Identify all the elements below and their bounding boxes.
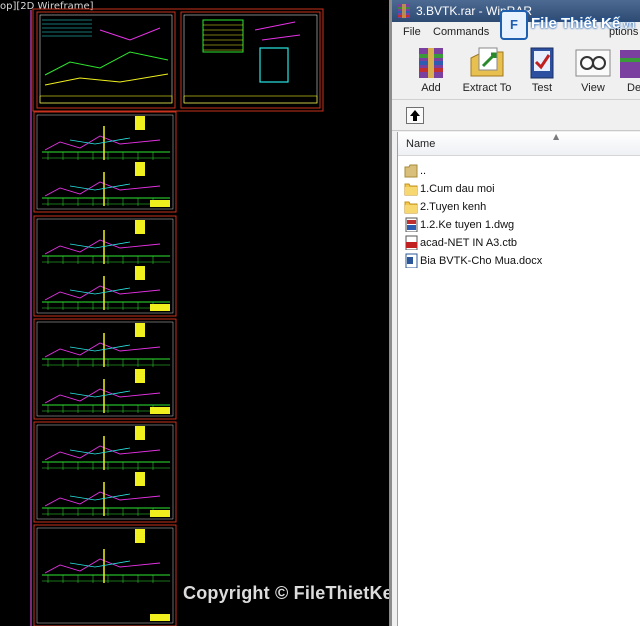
profile-water-line xyxy=(69,183,131,191)
plan-sheet xyxy=(36,11,176,109)
word-document-icon xyxy=(405,253,418,268)
delete-label: De xyxy=(627,82,640,94)
address-bar xyxy=(392,101,640,131)
winrar-window: 3.BVTK.rar - WinRAR File Commands ptions… xyxy=(392,0,640,626)
cad-drawing-sheets[interactable] xyxy=(0,0,392,626)
file-list-item[interactable]: 1.2.Ke tuyen 1.dwg xyxy=(398,216,640,234)
profile-title-block xyxy=(150,304,170,311)
file-name: 1.Cum dau moi xyxy=(420,183,495,195)
file-list-item[interactable]: Bia BVTK-Cho Mua.docx xyxy=(398,252,640,270)
delete-icon xyxy=(620,50,640,78)
file-list-item[interactable]: 1.Cum dau moi xyxy=(398,180,640,198)
view-icon xyxy=(575,49,611,77)
cad-viewport[interactable]: op][2D Wireframe] Copyright © FileThietK… xyxy=(0,0,392,626)
profile-sheet xyxy=(33,318,177,420)
profile-marker xyxy=(135,369,145,383)
profile-sheet-inner xyxy=(36,114,174,210)
detail-box xyxy=(259,47,289,83)
profile-water-line xyxy=(69,287,131,295)
extract-icon xyxy=(470,47,504,77)
profile-water-line xyxy=(69,447,131,455)
dwg-file-icon xyxy=(405,217,418,232)
profile-sheet-inner xyxy=(36,321,174,417)
profile-marker xyxy=(135,472,145,486)
file-name: 1.2.Ke tuyen 1.dwg xyxy=(420,219,515,231)
up-arrow-icon xyxy=(410,110,420,121)
profile-marker xyxy=(135,529,145,543)
profile-title-block xyxy=(150,200,170,207)
extract-to-button[interactable]: Extract To xyxy=(458,46,516,98)
file-name: .. xyxy=(420,165,427,177)
plan-contour xyxy=(44,73,169,86)
add-button[interactable]: Add xyxy=(404,46,458,98)
delete-button[interactable]: De xyxy=(620,46,640,98)
detail-sheet xyxy=(180,11,321,109)
plan-contour xyxy=(99,27,161,41)
plan-contour xyxy=(44,51,169,76)
add-icon xyxy=(419,48,443,78)
detail-line xyxy=(254,21,301,41)
file-list-item[interactable]: acad-NET IN A3.ctb xyxy=(398,234,640,252)
profile-sheet xyxy=(33,111,177,213)
profile-water-line xyxy=(69,241,131,249)
detail-sheet-inner xyxy=(183,14,318,104)
copyright-watermark: Copyright © FileThietKe.vn xyxy=(183,583,392,603)
view-label: View xyxy=(581,82,605,94)
file-name: 2.Tuyen kenh xyxy=(420,201,487,213)
logo-name: File Thiết Kế xyxy=(531,15,621,32)
profile-marker xyxy=(135,426,145,440)
extract-to-label: Extract To xyxy=(462,82,512,94)
view-button[interactable]: View xyxy=(568,46,618,98)
profile-title-block xyxy=(150,407,170,414)
profile-water-line xyxy=(69,493,131,501)
profile-water-line xyxy=(69,137,131,145)
profile-marker xyxy=(135,162,145,176)
profile-marker xyxy=(135,116,145,130)
filethietke-logo: F File Thiết Kế.vn xyxy=(500,10,635,42)
profile-marker xyxy=(135,266,145,280)
file-list[interactable]: ▲ Name .. 1.Cum dau moi 2.Tuyen kenh 1.2.Ke… xyxy=(397,132,640,626)
folder-icon xyxy=(404,183,418,196)
menu-file[interactable]: File xyxy=(403,26,421,38)
profile-title-block xyxy=(150,510,170,517)
logo-badge: F xyxy=(500,10,528,40)
profile-water-line xyxy=(69,344,131,352)
up-one-level-button[interactable] xyxy=(406,107,424,124)
detail-title-block xyxy=(183,95,318,104)
profile-marker xyxy=(135,323,145,337)
logo-domain: .vn xyxy=(620,19,635,31)
file-list-item[interactable]: 2.Tuyen kenh xyxy=(398,198,640,216)
file-list-item[interactable]: .. xyxy=(398,162,640,180)
profile-water-line xyxy=(69,390,131,398)
file-name: Bia BVTK-Cho Mua.docx xyxy=(420,255,543,267)
profile-title-block xyxy=(150,614,170,621)
profile-sheet xyxy=(33,421,177,523)
column-header-name[interactable]: ▲ Name xyxy=(398,132,640,156)
file-name: acad-NET IN A3.ctb xyxy=(420,237,518,249)
test-icon xyxy=(530,47,554,79)
logo-text: File Thiết Kế.vn xyxy=(531,15,635,32)
add-label: Add xyxy=(421,82,441,94)
test-button[interactable]: Test xyxy=(518,46,566,98)
profile-sheet-inner xyxy=(36,218,174,314)
folder-icon xyxy=(404,201,418,214)
profile-sheet xyxy=(33,215,177,317)
toolbar: Add Extract To Test View De xyxy=(392,42,640,100)
profile-marker xyxy=(135,220,145,234)
sort-ascending-icon: ▲ xyxy=(553,132,560,141)
plan-title-block xyxy=(39,95,173,104)
winrar-app-icon[interactable] xyxy=(396,3,412,19)
column-name-label: Name xyxy=(406,138,436,150)
ctb-file-icon xyxy=(405,235,418,250)
menu-commands[interactable]: Commands xyxy=(433,26,489,38)
parent-folder-icon xyxy=(404,164,418,178)
profile-sheet-inner xyxy=(36,424,174,520)
test-label: Test xyxy=(531,82,553,94)
profile-water-line xyxy=(69,560,131,568)
